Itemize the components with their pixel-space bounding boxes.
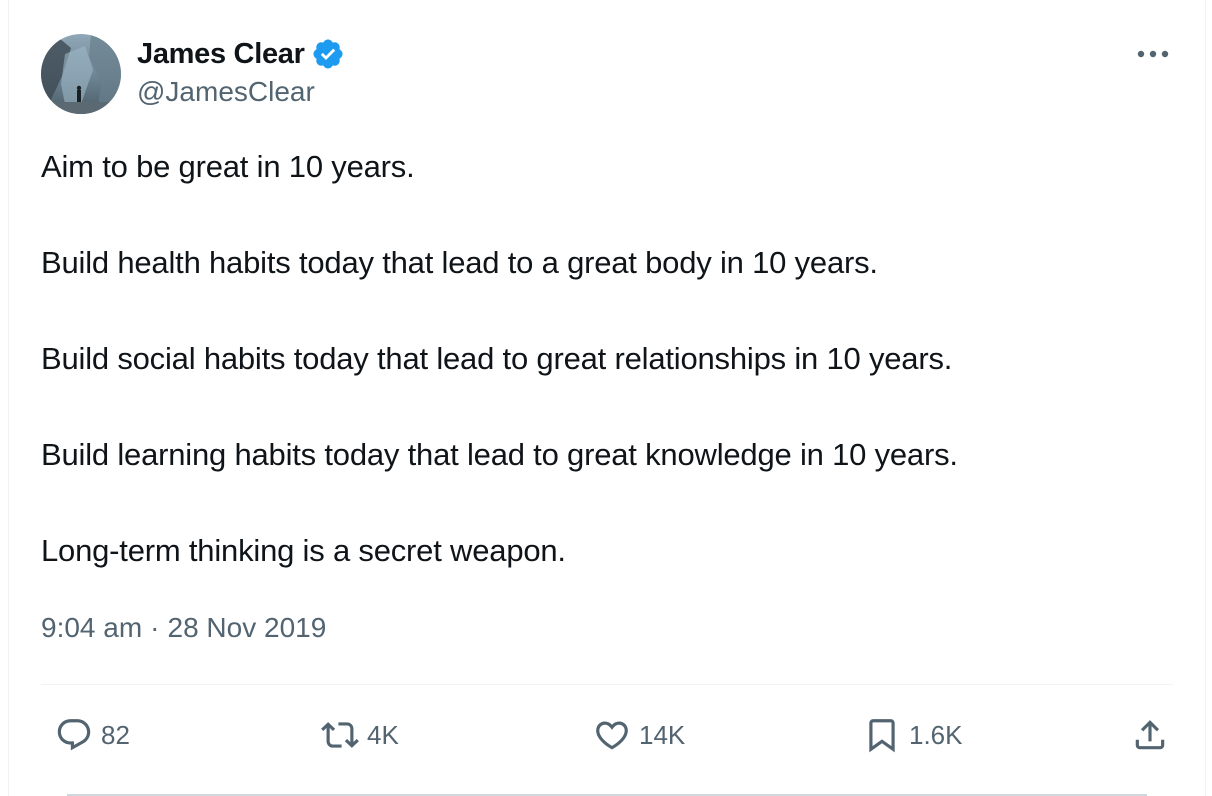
speech-bubble-icon <box>57 719 91 751</box>
repost-button[interactable]: 4K <box>321 708 399 762</box>
tweet-date[interactable]: 28 Nov 2019 <box>168 612 327 644</box>
tweet-time[interactable]: 9:04 am <box>41 612 142 644</box>
tweet-card: James Clear @JamesClear Aim to be great … <box>8 0 1206 796</box>
divider <box>41 684 1173 685</box>
timestamp-separator: · <box>150 612 160 643</box>
verified-badge-icon[interactable] <box>311 37 345 71</box>
author-display-name[interactable]: James Clear <box>137 38 305 71</box>
bookmark-icon <box>869 719 895 753</box>
avatar-image <box>41 34 121 114</box>
share-button[interactable] <box>1131 708 1169 762</box>
author-handle[interactable]: @JamesClear <box>137 76 315 108</box>
tweet-paragraph: Build learning habits today that lead to… <box>41 437 958 472</box>
tweet-paragraph: Long-term thinking is a secret weapon. <box>41 533 566 568</box>
repost-arrows-icon <box>321 722 359 748</box>
action-bar: 82 4K 14K 1.6K <box>41 708 1173 762</box>
tweet-paragraph: Aim to be great in 10 years. <box>41 149 415 184</box>
bookmark-count: 1.6K <box>909 719 963 750</box>
author-name-row: James Clear <box>137 36 345 72</box>
share-upload-icon <box>1135 720 1165 750</box>
avatar[interactable] <box>41 34 121 114</box>
more-horizontal-icon <box>1137 50 1169 58</box>
reply-button[interactable]: 82 <box>55 708 130 762</box>
like-count: 14K <box>639 719 686 750</box>
like-button[interactable]: 14K <box>593 708 685 762</box>
tweet-text: Aim to be great in 10 years. Build healt… <box>41 143 1171 575</box>
tweet-timestamp[interactable]: 9:04 am · 28 Nov 2019 <box>41 612 326 644</box>
repost-count: 4K <box>367 719 399 750</box>
tweet-paragraph: Build health habits today that lead to a… <box>41 245 878 280</box>
tweet-paragraph: Build social habits today that lead to g… <box>41 341 953 376</box>
reply-count: 82 <box>101 719 130 750</box>
heart-icon <box>596 721 628 750</box>
more-options-button[interactable] <box>1133 40 1173 68</box>
bookmark-button[interactable]: 1.6K <box>863 708 963 762</box>
